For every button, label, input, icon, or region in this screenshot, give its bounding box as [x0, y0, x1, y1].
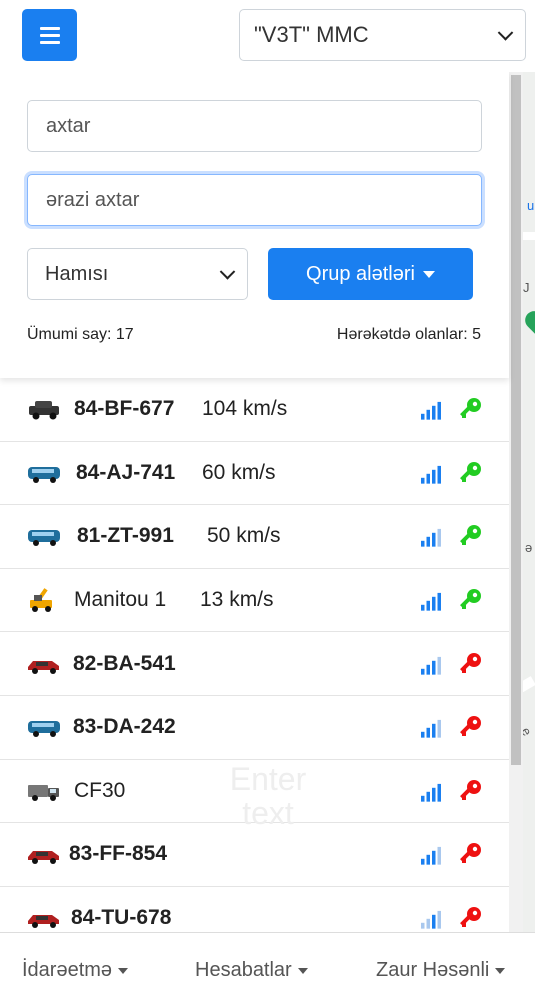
bus-icon [28, 466, 60, 483]
status-filter-select[interactable]: Hamısı [27, 248, 248, 300]
ignition-key-icon [460, 589, 481, 610]
vehicle-plate: CF30 [74, 778, 126, 802]
bottom-nav: İdarəetmə Hesabatlar Zaur Həsənli [0, 932, 535, 995]
signal-icon [421, 465, 441, 484]
signal-icon [421, 592, 441, 611]
vehicle-row[interactable]: CF30 [0, 759, 509, 824]
caret-down-icon [422, 270, 435, 278]
vehicle-row[interactable]: 83-DA-242 [0, 695, 509, 760]
signal-icon [421, 783, 441, 802]
menu-button[interactable] [22, 9, 77, 61]
vehicle-speed: 50 km/s [207, 524, 281, 548]
company-select-value: "V3T" MMC [254, 22, 369, 47]
vehicle-row[interactable]: 84-AJ-741 60 km/s [0, 441, 509, 506]
vehicle-plate: 84-BF-677 [74, 397, 175, 421]
company-select[interactable]: "V3T" MMC [239, 9, 526, 61]
scrollbar-thumb[interactable] [511, 75, 521, 765]
car-icon [28, 851, 59, 865]
ignition-key-icon [460, 779, 481, 800]
bus-icon [28, 721, 60, 738]
vehicle-plate: Manitou 1 [74, 588, 167, 612]
nav-user-menu[interactable]: Zaur Həsənli [376, 959, 506, 982]
vehicle-list: 84-BF-677 104 km/s 84-AJ-741 60 km/s 81-… [0, 378, 509, 951]
signal-icon [421, 720, 441, 739]
ignition-key-icon [460, 525, 481, 546]
total-count: Ümumi say: 17 [27, 326, 134, 343]
map-pin-icon [521, 307, 535, 339]
vehicle-speed: 13 km/s [200, 588, 274, 612]
jeep-icon [29, 401, 59, 420]
vehicle-speed: 104 km/s [202, 397, 288, 421]
crane-icon [30, 588, 52, 613]
search-input-placeholder: axtar [46, 114, 91, 137]
chevron-down-icon [219, 264, 236, 280]
search-panel: axtar ərazi axtar Hamısı Qrup alətləri Ü… [0, 72, 509, 378]
vehicle-plate: 83-FF-854 [69, 842, 168, 866]
status-filter-value: Hamısı [45, 262, 109, 285]
area-search-placeholder: ərazi axtar [46, 188, 140, 211]
nav-management-label: İdarəetmə [22, 959, 113, 981]
vehicle-row[interactable]: 81-ZT-991 50 km/s [0, 505, 509, 569]
vehicle-row[interactable]: 82-BA-541 [0, 632, 509, 696]
hamburger-icon [39, 26, 60, 30]
group-tools-label: Qrup alətləri [306, 262, 415, 285]
ignition-key-icon [460, 843, 481, 864]
ignition-key-icon [460, 716, 481, 737]
signal-icon [421, 847, 441, 866]
nav-management-menu[interactable]: İdarəetmə [22, 959, 129, 982]
caret-down-icon [495, 967, 506, 974]
vehicle-row[interactable]: 83-FF-854 [0, 823, 509, 887]
vehicle-row[interactable]: Manitou 1 13 km/s [0, 568, 509, 633]
signal-icon [421, 910, 441, 929]
signal-icon [421, 402, 441, 421]
vehicle-plate: 83-DA-242 [73, 715, 176, 739]
vehicle-plate: 84-AJ-741 [76, 460, 176, 484]
vehicle-speed: 60 km/s [202, 460, 276, 484]
nav-user-label: Zaur Həsənli [376, 959, 490, 981]
search-input[interactable]: axtar [27, 100, 482, 152]
car-icon [28, 915, 59, 929]
bus-icon [28, 530, 60, 547]
vehicle-plate: 81-ZT-991 [77, 524, 174, 548]
truck-icon [28, 784, 59, 801]
ignition-key-icon [460, 907, 481, 928]
area-search-input[interactable]: ərazi axtar [27, 174, 482, 226]
moving-count: Hərəkətdə olanlar: 5 [336, 326, 481, 343]
nav-reports-label: Hesabatlar [195, 959, 292, 981]
ignition-key-icon [460, 652, 481, 673]
nav-reports-menu[interactable]: Hesabatlar [195, 959, 308, 982]
chevron-down-icon [497, 25, 514, 41]
vehicle-plate: 84-TU-678 [71, 906, 172, 930]
group-tools-button[interactable]: Qrup alətləri [268, 248, 473, 300]
vehicle-row[interactable]: 84-BF-677 104 km/s [0, 378, 509, 442]
ignition-key-icon [460, 461, 481, 482]
signal-icon [421, 529, 441, 548]
ignition-key-icon [460, 398, 481, 419]
car-icon [28, 660, 59, 674]
caret-down-icon [297, 967, 308, 974]
caret-down-icon [118, 967, 129, 974]
top-bar: "V3T" MMC [0, 0, 535, 72]
vehicle-plate: 82-BA-541 [73, 651, 176, 675]
signal-icon [421, 656, 441, 675]
